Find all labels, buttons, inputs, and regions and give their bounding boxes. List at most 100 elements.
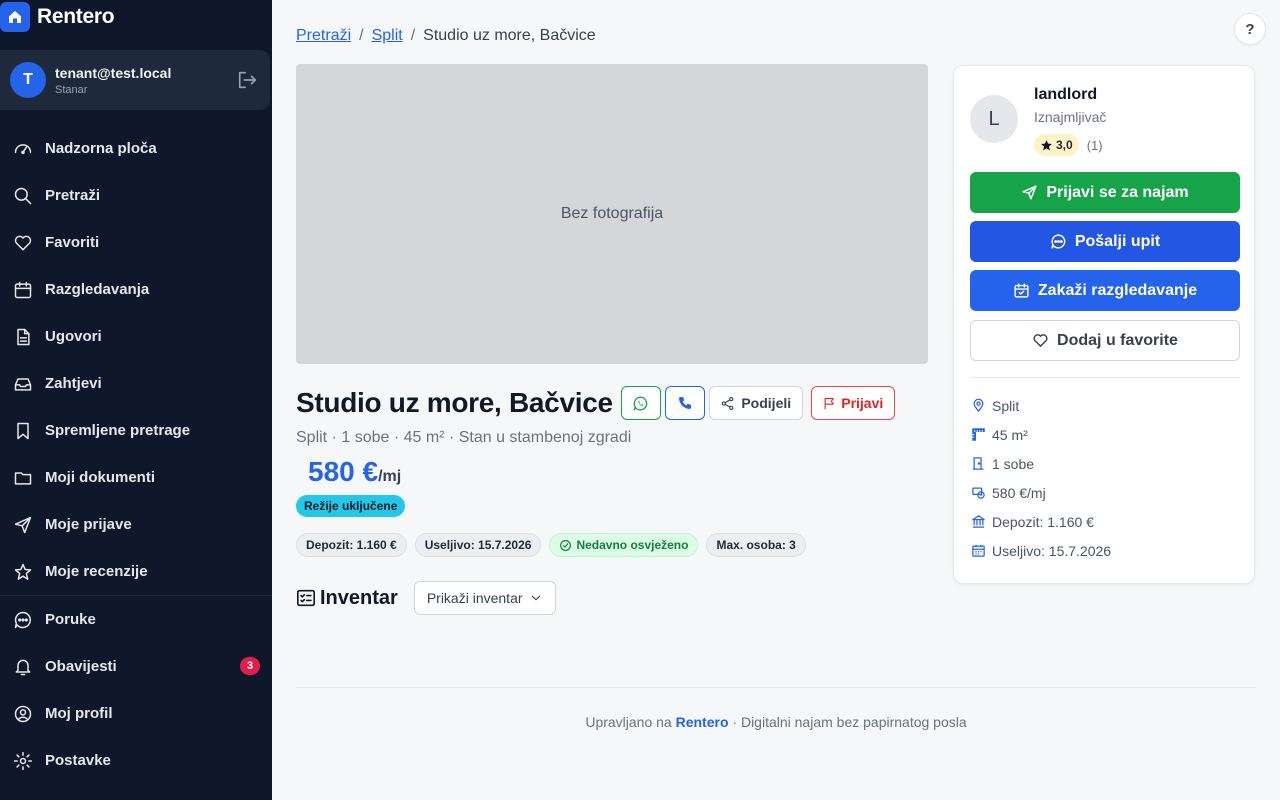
ruler-icon: [970, 427, 986, 443]
breadcrumb: Pretraži / Split / Studio uz more, Bačvi…: [296, 27, 596, 45]
door-icon: [970, 456, 986, 472]
max-people-chip: Max. osoba: 3: [706, 533, 806, 557]
apply-button[interactable]: Prijavi se za najam: [970, 172, 1240, 213]
sidebar-item-profile[interactable]: Moj profil: [0, 690, 272, 737]
sidebar-item-contracts[interactable]: Ugovori: [0, 313, 272, 360]
fact-deposit: Depozit: 1.160 €: [970, 507, 1111, 536]
listing-price: 580 €/mj: [308, 456, 401, 488]
landlord-name[interactable]: landlord: [1034, 86, 1097, 104]
call-button[interactable]: [664, 386, 705, 420]
inbox-icon: [12, 373, 34, 395]
fact-price: 580 €/mj: [970, 478, 1111, 507]
heart-icon: [1033, 334, 1048, 347]
utilities-badge: Režije uključene: [296, 495, 406, 517]
sidebar-item-label: Razgledavanja: [45, 281, 150, 298]
flag-icon: [824, 397, 835, 409]
user-email: tenant@test.local: [55, 64, 172, 81]
footer-suffix: · Digitalni najam bez papirnatog posla: [732, 714, 967, 730]
price-unit: /mj: [378, 468, 402, 485]
sidebar-item-applications[interactable]: Moje prijave: [0, 501, 272, 548]
chat-icon: [12, 609, 34, 631]
sidebar-item-label: Favoriti: [45, 234, 100, 251]
send-icon: [1022, 185, 1037, 200]
avatar: T: [10, 62, 46, 98]
checklist-icon: [297, 589, 315, 607]
heart-icon: [12, 232, 34, 254]
gauge-icon: [12, 138, 34, 160]
breadcrumb-city-link[interactable]: Split: [372, 27, 403, 45]
sidebar-item-requests[interactable]: Zahtjevi: [0, 360, 272, 407]
fact-available: Useljivo: 15.7.2026: [970, 536, 1111, 565]
schedule-viewing-button[interactable]: Zakaži razgledavanje: [970, 270, 1240, 311]
folder-icon: [12, 467, 34, 489]
sidebar-item-dashboard[interactable]: Nadzorna ploča: [0, 125, 272, 172]
chevron-down-icon: [531, 595, 540, 601]
breadcrumb-separator: /: [359, 27, 364, 44]
brand[interactable]: Rentero: [0, 0, 115, 34]
check-circle-icon: [560, 539, 572, 551]
user-card: T tenant@test.local Stanar: [0, 50, 270, 110]
notification-badge: 3: [240, 657, 260, 675]
breadcrumb-current: Studio uz more, Bačvice: [423, 27, 596, 44]
search-icon: [12, 185, 34, 207]
user-role: Stanar: [55, 83, 88, 96]
page-title: Studio uz more, Bačvice: [296, 387, 613, 418]
footer-brand-link[interactable]: Rentero: [676, 714, 729, 730]
star-icon: [1041, 139, 1052, 150]
photo-placeholder-text: Bez fotografija: [560, 205, 664, 222]
sidebar-item-messages[interactable]: Poruke: [0, 596, 272, 643]
fact-rooms-value: 1 sobe: [992, 455, 1035, 472]
show-inventory-button[interactable]: Prikaži inventar: [413, 581, 556, 615]
whatsapp-button[interactable]: [620, 386, 661, 420]
refreshed-label: Nedavno osvježeno: [576, 538, 689, 552]
chat-icon: [1051, 234, 1066, 249]
inventory-section: Inventar Prikaži inventar: [296, 581, 556, 615]
sidebar-item-reviews[interactable]: Moje recenzije: [0, 548, 272, 595]
document-icon: [12, 326, 34, 348]
fact-city-value: Split: [992, 397, 1020, 414]
fact-city: Split: [970, 391, 1111, 420]
home-icon: [0, 2, 30, 32]
sidebar-item-saved-searches[interactable]: Spremljene pretrage: [0, 407, 272, 454]
landlord-card: L landlord Iznajmljivač 3,0 (1) Prijavi …: [953, 65, 1255, 584]
bank-icon: [970, 514, 986, 530]
gear-icon: [12, 750, 34, 772]
share-button[interactable]: Podijeli: [708, 386, 803, 420]
bookmark-icon: [12, 420, 34, 442]
report-button[interactable]: Prijavi: [810, 386, 895, 420]
sidebar-item-notifications[interactable]: Obavijesti 3: [0, 643, 272, 690]
rating-pill: 3,0: [1034, 134, 1079, 156]
sidebar-item-viewings[interactable]: Razgledavanja: [0, 266, 272, 313]
share-label: Podijeli: [741, 395, 792, 411]
logout-icon[interactable]: [236, 70, 258, 90]
listing-facts: Split 45 m² 1 sobe 580 €/mj Depozit: 1.1…: [970, 391, 1111, 565]
show-inventory-label: Prikaži inventar: [426, 590, 523, 606]
sidebar-item-search[interactable]: Pretraži: [0, 172, 272, 219]
fact-price-value: 580 €/mj: [992, 484, 1046, 501]
listing-chips: Depozit: 1.160 € Useljivo: 15.7.2026 Ned…: [296, 533, 806, 557]
listing-title-row: Studio uz more, Bačvice Podijeli Prijavi: [296, 386, 895, 420]
sidebar-item-favorites[interactable]: Favoriti: [0, 219, 272, 266]
calendar-icon: [12, 279, 34, 301]
help-button[interactable]: ?: [1234, 13, 1266, 45]
sidebar-item-label: Obavijesti: [45, 658, 117, 675]
sidebar-item-label: Nadzorna ploča: [45, 140, 157, 157]
bell-icon: [12, 656, 34, 678]
sidebar-item-label: Pretraži: [45, 187, 101, 204]
sidebar-item-settings[interactable]: Postavke: [0, 737, 272, 784]
rating-count: (1): [1086, 137, 1103, 153]
apply-label: Prijavi se za najam: [1046, 183, 1189, 201]
send-inquiry-button[interactable]: Pošalji upit: [970, 221, 1240, 262]
sidebar-item-label: Postavke: [45, 752, 111, 769]
sidebar-item-label: Spremljene pretrage: [45, 422, 191, 439]
rating-value: 3,0: [1056, 138, 1073, 152]
sidebar-item-documents[interactable]: Moji dokumenti: [0, 454, 272, 501]
listing-subtitle: Split · 1 sobe · 45 m² · Stan u stambeno…: [296, 429, 632, 446]
fact-area-value: 45 m²: [992, 426, 1028, 443]
sidebar-item-label: Moje recenzije: [45, 563, 148, 580]
whatsapp-icon: [633, 395, 648, 411]
breadcrumb-search-link[interactable]: Pretraži: [296, 27, 351, 45]
sidebar-item-label: Moj profil: [45, 705, 113, 722]
footer: Upravljano na Rentero · Digitalni najam …: [296, 714, 1256, 730]
add-favorite-button[interactable]: Dodaj u favorite: [970, 320, 1240, 361]
